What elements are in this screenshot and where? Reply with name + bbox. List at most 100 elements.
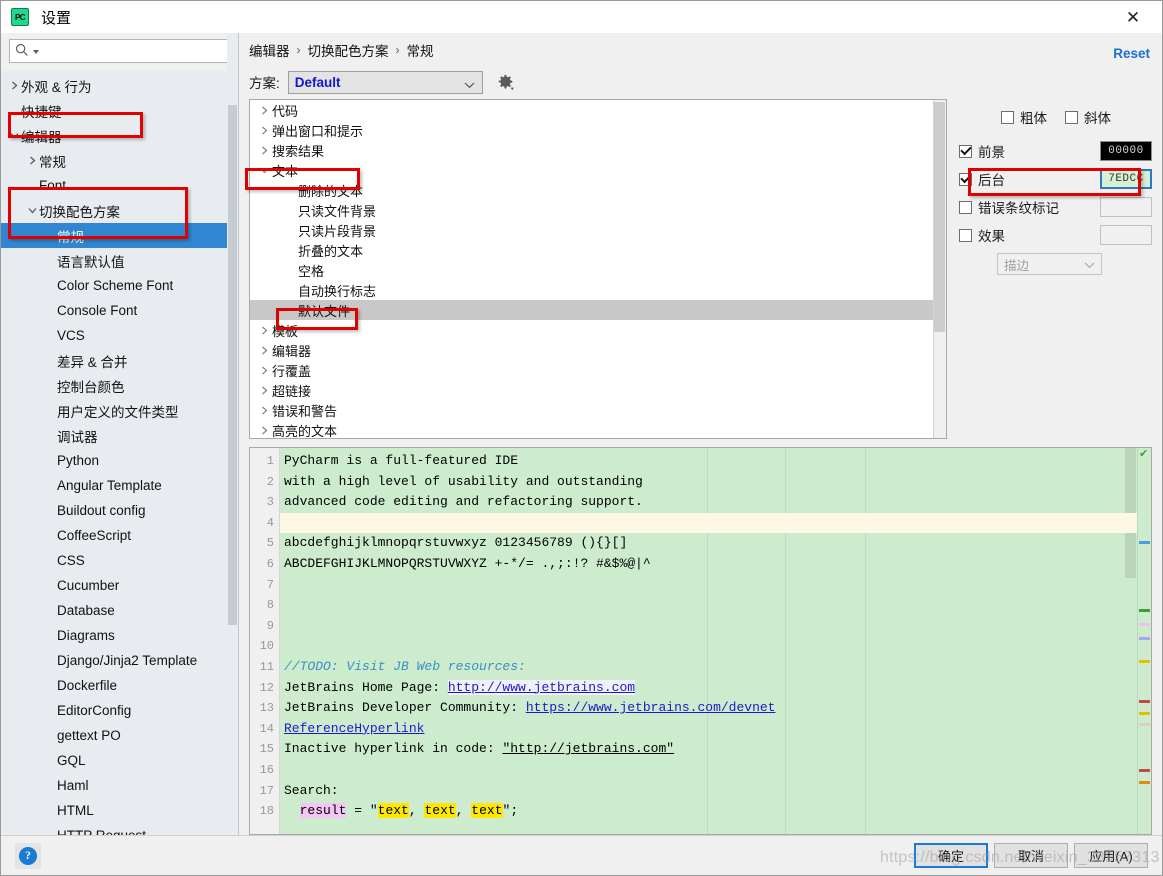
background-checkbox-box[interactable]	[959, 172, 972, 186]
search-input[interactable]	[43, 43, 224, 59]
sidebar-item-0[interactable]: 外观 & 行为	[1, 73, 238, 98]
attribute-list-item-15[interactable]: 错误和警告	[250, 400, 946, 420]
preview-editor[interactable]: 1 2 3 4 5 6 7 8 9 10 11 12 13 14 15 16 17 18 PyCharm is a…	[249, 447, 1152, 835]
sidebar-item-27[interactable]: GQL	[1, 748, 238, 773]
chevron-right-icon[interactable]	[256, 126, 272, 135]
error-stripe-checkbox[interactable]: 错误条纹标记	[959, 197, 1092, 217]
error-stripe-checkbox-box[interactable]	[959, 200, 972, 214]
gear-icon[interactable]	[497, 74, 514, 91]
sidebar-scrollbar-thumb[interactable]	[228, 105, 237, 625]
sidebar-item-6[interactable]: 常规	[1, 223, 238, 248]
footer-button-1[interactable]: 取消	[994, 843, 1068, 868]
sidebar-tree[interactable]: 外观 & 行为 快捷键 编辑器 常规 Font 切换配色方案 常规 语言默认值 Color Sc…	[1, 71, 238, 835]
background-color-swatch[interactable]: 7EDCC	[1100, 169, 1152, 189]
chevron-right-icon[interactable]	[256, 146, 272, 155]
help-button[interactable]: ?	[15, 842, 41, 869]
sidebar-item-11[interactable]: 差异 & 合并	[1, 348, 238, 373]
sidebar-item-18[interactable]: CoffeeScript	[1, 523, 238, 548]
foreground-color-swatch[interactable]: 00000	[1100, 141, 1152, 161]
breadcrumb-item-1[interactable]: 切换配色方案	[308, 40, 389, 60]
attribute-list-item-14[interactable]: 超链接	[250, 380, 946, 400]
chevron-right-icon[interactable]	[7, 81, 21, 90]
sidebar-item-1[interactable]: 快捷键	[1, 98, 238, 123]
attribute-list-item-2[interactable]: 搜索结果	[250, 140, 946, 160]
italic-checkbox-box[interactable]	[1065, 110, 1078, 124]
chevron-right-icon[interactable]	[256, 106, 272, 115]
search-dropdown-caret[interactable]	[32, 44, 43, 59]
breadcrumb-item-0[interactable]: 编辑器	[249, 40, 290, 60]
sidebar-item-2[interactable]: 编辑器	[1, 123, 238, 148]
chevron-down-icon[interactable]	[7, 131, 21, 140]
chevron-right-icon[interactable]	[256, 346, 272, 355]
chevron-right-icon[interactable]	[256, 326, 272, 335]
foreground-checkbox[interactable]: 前景	[959, 141, 1092, 161]
chevron-down-icon[interactable]	[25, 206, 39, 215]
effects-color-swatch[interactable]	[1100, 225, 1152, 245]
sidebar-item-8[interactable]: Color Scheme Font	[1, 273, 238, 298]
attribute-list-item-7[interactable]: 折叠的文本	[250, 240, 946, 260]
attribute-list-item-5[interactable]: 只读文件背景	[250, 200, 946, 220]
chevron-right-icon[interactable]	[256, 406, 272, 415]
color-attribute-list[interactable]: 代码 弹出窗口和提示 搜索结果 文本 删除的文本 只读文件背景 只读片段背景 折叠的文本 空格自…	[249, 99, 947, 439]
sidebar-item-25[interactable]: EditorConfig	[1, 698, 238, 723]
attribute-list-item-13[interactable]: 行覆盖	[250, 360, 946, 380]
sidebar-item-19[interactable]: CSS	[1, 548, 238, 573]
sidebar-item-22[interactable]: Diagrams	[1, 623, 238, 648]
attribute-list-scrollbar[interactable]	[933, 100, 946, 438]
scheme-select[interactable]: Default	[287, 70, 483, 94]
footer-button-0[interactable]: 确定	[914, 843, 988, 868]
reset-link[interactable]: Reset	[1113, 46, 1150, 61]
preview-code-area[interactable]: PyCharm is a full-featured IDE with a hig…	[280, 448, 1137, 834]
search-box[interactable]	[9, 39, 230, 63]
sidebar-item-9[interactable]: Console Font	[1, 298, 238, 323]
italic-checkbox[interactable]: 斜体	[1065, 107, 1111, 127]
attribute-list-item-3[interactable]: 文本	[250, 160, 946, 180]
effect-type-select[interactable]: 描边	[997, 253, 1102, 275]
sidebar-item-14[interactable]: 调试器	[1, 423, 238, 448]
attribute-list-item-16[interactable]: 高亮的文本	[250, 420, 946, 438]
sidebar-item-12[interactable]: 控制台颜色	[1, 373, 238, 398]
sidebar-item-26[interactable]: gettext PO	[1, 723, 238, 748]
chevron-right-icon[interactable]	[256, 386, 272, 395]
sidebar-item-15[interactable]: Python	[1, 448, 238, 473]
sidebar-item-17[interactable]: Buildout config	[1, 498, 238, 523]
sidebar-item-13[interactable]: 用户定义的文件类型	[1, 398, 238, 423]
chevron-right-icon[interactable]	[256, 366, 272, 375]
sidebar-item-23[interactable]: Django/Jinja2 Template	[1, 648, 238, 673]
foreground-checkbox-box[interactable]	[959, 144, 972, 158]
attribute-list-item-1[interactable]: 弹出窗口和提示	[250, 120, 946, 140]
sidebar-item-20[interactable]: Cucumber	[1, 573, 238, 598]
footer-button-2[interactable]: 应用(A)	[1074, 843, 1148, 868]
attribute-list-item-4[interactable]: 删除的文本	[250, 180, 946, 200]
bold-checkbox-box[interactable]	[1001, 110, 1014, 124]
attribute-list-item-11[interactable]: 模板	[250, 320, 946, 340]
attribute-list-item-9[interactable]: 自动换行标志	[250, 280, 946, 300]
attribute-list-item-12[interactable]: 编辑器	[250, 340, 946, 360]
sidebar-item-10[interactable]: VCS	[1, 323, 238, 348]
chevron-right-icon[interactable]	[256, 426, 272, 435]
effects-checkbox-box[interactable]	[959, 228, 972, 242]
breadcrumb-item-2[interactable]: 常规	[407, 40, 434, 60]
sidebar-item-30[interactable]: HTTP Request	[1, 823, 238, 835]
attribute-list-item-6[interactable]: 只读片段背景	[250, 220, 946, 240]
sidebar-item-28[interactable]: Haml	[1, 773, 238, 798]
sidebar-scrollbar[interactable]	[227, 33, 238, 835]
sidebar-item-16[interactable]: Angular Template	[1, 473, 238, 498]
error-stripe-color-swatch[interactable]	[1100, 197, 1152, 217]
close-icon[interactable]: ✕	[1122, 8, 1144, 28]
bold-checkbox[interactable]: 粗体	[1001, 107, 1047, 127]
background-checkbox[interactable]: 后台	[959, 169, 1092, 189]
sidebar-item-24[interactable]: Dockerfile	[1, 673, 238, 698]
sidebar-item-29[interactable]: HTML	[1, 798, 238, 823]
error-stripe-marker-column[interactable]: ✔	[1137, 448, 1151, 834]
sidebar-item-3[interactable]: 常规	[1, 148, 238, 173]
chevron-down-icon[interactable]	[256, 166, 272, 175]
attribute-list-item-0[interactable]: 代码	[250, 100, 946, 120]
sidebar-item-7[interactable]: 语言默认值	[1, 248, 238, 273]
chevron-right-icon[interactable]	[25, 156, 39, 165]
sidebar-item-21[interactable]: Database	[1, 598, 238, 623]
attribute-list-scrollbar-thumb[interactable]	[934, 102, 945, 332]
attribute-list-item-8[interactable]: 空格	[250, 260, 946, 280]
effects-checkbox[interactable]: 效果	[959, 225, 1092, 245]
sidebar-item-5[interactable]: 切换配色方案	[1, 198, 238, 223]
